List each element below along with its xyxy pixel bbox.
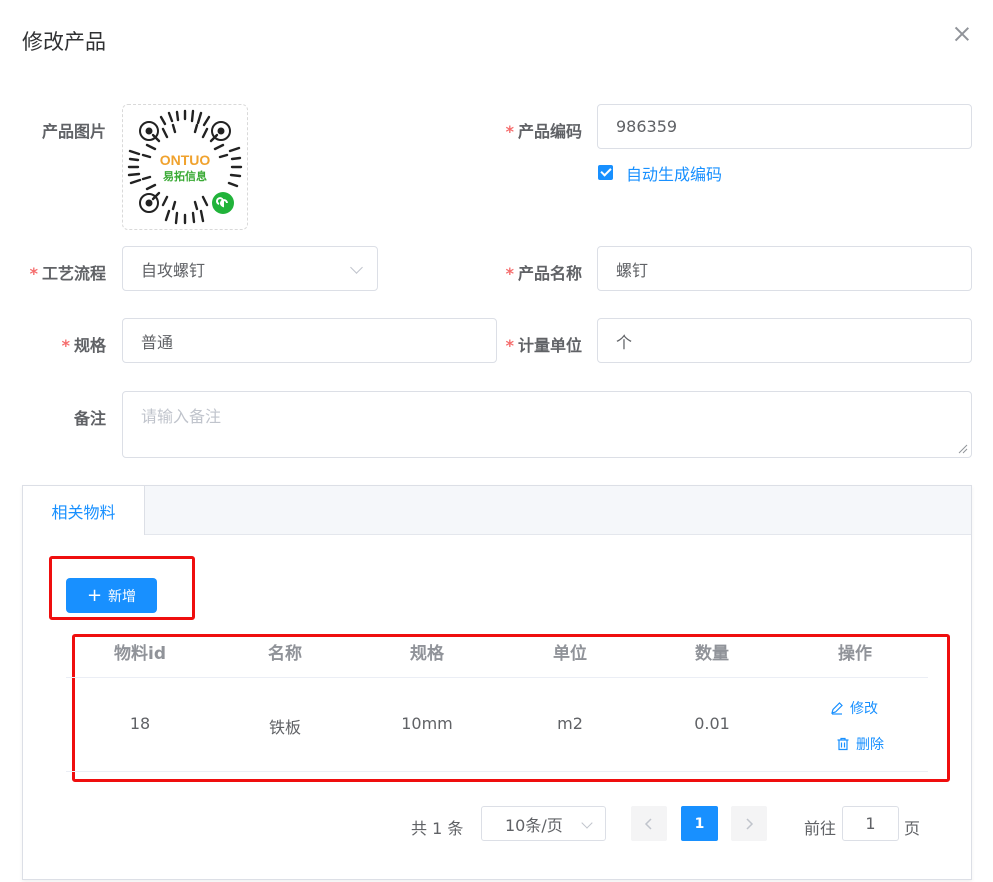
goto-suffix: 页	[904, 819, 921, 838]
column-header-name: 名称	[268, 644, 302, 664]
remark-placeholder: 请输入备注	[141, 407, 222, 426]
pagination-total: 共 1 条	[411, 819, 464, 838]
chevron-down-icon	[350, 261, 363, 274]
chevron-right-icon	[746, 817, 754, 830]
add-button[interactable]: + 新增	[66, 578, 157, 613]
product-code-input[interactable]: 986359	[597, 104, 972, 149]
tabs-header	[23, 486, 971, 535]
table-header-divider	[66, 677, 928, 678]
remark-textarea[interactable]: 请输入备注	[122, 391, 972, 458]
product-code-label: * 产品编码	[505, 122, 582, 141]
unit-label: * 计量单位	[505, 336, 582, 355]
mini-program-code-image: ONTUO 易拓信息	[127, 109, 243, 225]
trash-icon	[837, 737, 849, 751]
process-flow-select[interactable]: 自攻螺钉	[122, 246, 378, 291]
product-name-label: * 产品名称	[505, 264, 582, 283]
column-header-material-id: 物料id	[114, 644, 166, 664]
close-icon[interactable]	[954, 26, 970, 42]
product-image-label: 产品图片	[41, 122, 106, 141]
plus-icon: +	[86, 584, 103, 606]
chevron-left-icon	[644, 817, 652, 830]
goto-prefix: 前往	[804, 819, 837, 838]
cell-name: 铁板	[268, 718, 301, 737]
remark-label: 备注	[73, 409, 106, 428]
logo-text-bottom: 易拓信息	[163, 169, 207, 183]
page-size-select[interactable]: 10条/页	[481, 806, 606, 841]
table-row-divider	[66, 771, 928, 772]
page-1-button[interactable]: 1	[681, 806, 718, 841]
prev-page-button[interactable]	[631, 806, 667, 841]
process-flow-label: * 工艺流程	[29, 264, 106, 283]
cell-quantity: 0.01	[694, 714, 730, 733]
edit-link[interactable]: 修改	[830, 698, 878, 718]
product-name-input[interactable]: 螺钉	[597, 246, 972, 291]
tab-related-materials[interactable]: 相关物料	[23, 486, 145, 535]
spec-label: * 规格	[61, 336, 106, 355]
logo-text-top: ONTUO	[160, 152, 211, 168]
chevron-down-icon	[581, 817, 593, 829]
dialog-title: 修改产品	[22, 30, 106, 54]
auto-code-checkbox[interactable]	[598, 165, 613, 180]
edit-icon	[831, 702, 843, 715]
delete-link[interactable]: 删除	[836, 734, 884, 754]
unit-input[interactable]: 个	[597, 318, 972, 363]
column-header-quantity: 数量	[695, 644, 729, 664]
product-image-upload[interactable]: ONTUO 易拓信息	[122, 104, 248, 230]
column-header-spec: 规格	[410, 644, 444, 664]
resize-handle-icon[interactable]	[958, 444, 968, 454]
goto-page-input[interactable]: 1	[842, 806, 899, 841]
next-page-button[interactable]	[731, 806, 767, 841]
column-header-unit: 单位	[553, 644, 587, 664]
cell-unit: m2	[557, 714, 583, 733]
cell-spec: 10mm	[401, 714, 453, 733]
cell-material-id: 18	[129, 714, 151, 733]
add-button-label: 新增	[108, 588, 137, 605]
column-header-actions: 操作	[838, 644, 872, 664]
spec-input[interactable]: 普通	[122, 318, 497, 363]
auto-code-label[interactable]: 自动生成编码	[626, 161, 722, 185]
